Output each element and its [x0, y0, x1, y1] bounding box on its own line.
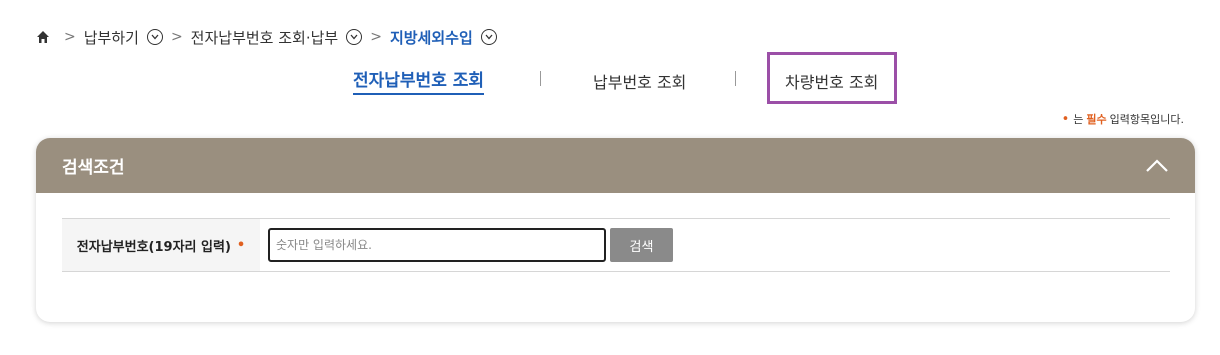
required-note-suffix: 입력항목입니다.	[1109, 113, 1184, 126]
required-note-keyword: 필수	[1086, 113, 1107, 126]
tab-electronic-payment-number[interactable]: 전자납부번호 조회	[353, 66, 485, 95]
panel-header[interactable]: 검색조건	[36, 138, 1195, 193]
breadcrumb-separator: >	[170, 29, 183, 45]
chevron-down-icon[interactable]	[146, 29, 163, 45]
required-note-prefix: 는	[1073, 113, 1084, 126]
breadcrumb-item-1[interactable]: 납부하기	[84, 27, 139, 48]
payment-number-input[interactable]	[268, 228, 606, 262]
breadcrumb: > 납부하기 > 전자납부번호 조회·납부 > 지방세외수입	[36, 26, 497, 48]
search-row: 전자납부번호(19자리 입력) • 검색	[62, 218, 1170, 272]
search-button[interactable]: 검색	[610, 228, 673, 262]
chevron-down-icon[interactable]	[346, 29, 363, 45]
home-icon[interactable]	[36, 30, 50, 44]
tab-vehicle-number[interactable]: 차량번호 조회	[785, 69, 878, 93]
tab-payment-number[interactable]: 납부번호 조회	[593, 69, 686, 93]
field-label-text: 전자납부번호(19자리 입력)	[76, 239, 231, 255]
field-area: 검색	[260, 219, 673, 271]
required-mark: •	[236, 237, 246, 253]
breadcrumb-separator: >	[64, 29, 76, 45]
search-panel: 검색조건 전자납부번호(19자리 입력) • 검색	[36, 138, 1195, 322]
chevron-up-icon[interactable]	[1145, 158, 1169, 174]
required-note: • 는 필수 입력항목입니다.	[1062, 111, 1184, 127]
tab-divider	[735, 71, 736, 86]
required-dot-icon: •	[1061, 111, 1070, 127]
breadcrumb-separator: >	[370, 29, 382, 45]
breadcrumb-item-current[interactable]: 지방세외수입	[390, 27, 473, 48]
panel-title: 검색조건	[62, 158, 125, 178]
chevron-down-icon[interactable]	[480, 29, 497, 45]
field-label: 전자납부번호(19자리 입력) •	[62, 219, 260, 271]
tab-divider	[540, 71, 541, 86]
breadcrumb-item-2[interactable]: 전자납부번호 조회·납부	[191, 27, 339, 48]
